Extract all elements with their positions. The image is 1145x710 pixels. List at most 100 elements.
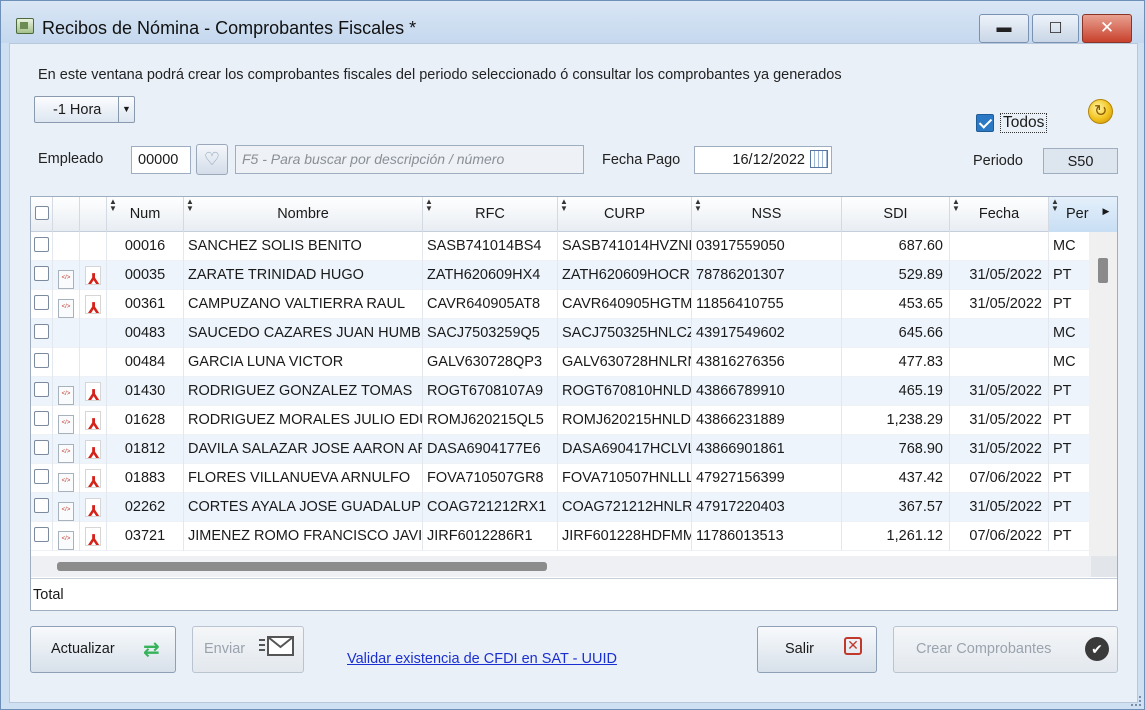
vertical-scrollbar[interactable]: [1089, 232, 1117, 577]
pdf-icon[interactable]: [85, 295, 101, 319]
row-checkbox[interactable]: [34, 527, 49, 543]
close-window-button[interactable]: ✕: [1082, 14, 1132, 43]
empleado-label: Empleado: [38, 151, 104, 167]
pdf-icon[interactable]: [85, 469, 101, 493]
todos-label: Todos: [1000, 113, 1048, 133]
maximize-button[interactable]: ☐: [1032, 14, 1079, 43]
refresh-coin-icon[interactable]: [1088, 99, 1113, 124]
table-row[interactable]: </>01628RODRIGUEZ MORALES JULIO EDUROMJ6…: [31, 406, 1091, 435]
table-row[interactable]: </>01812DAVILA SALAZAR JOSE AARON ARIDAS…: [31, 435, 1091, 464]
cell-num: 01883: [107, 464, 184, 493]
table-row[interactable]: </>03721JIMENEZ ROMO FRANCISCO JAVIEJIRF…: [31, 522, 1091, 551]
xml-file-icon[interactable]: </>: [58, 299, 74, 318]
row-checkbox[interactable]: [34, 440, 49, 456]
cell-nombre: CAMPUZANO VALTIERRA RAUL: [184, 290, 423, 319]
xml-file-icon[interactable]: </>: [58, 386, 74, 405]
row-checkbox[interactable]: [34, 324, 49, 340]
table-row[interactable]: 00483 SAUCEDO CAZARES JUAN HUMBE SACJ75032…: [31, 319, 1091, 348]
salir-button[interactable]: Salir ✕: [757, 626, 877, 673]
cell-nombre: CORTES AYALA JOSE GUADALUPE: [184, 493, 423, 522]
xml-file-icon[interactable]: </>: [58, 415, 74, 434]
row-pdf-cell: [80, 406, 107, 435]
minimize-button[interactable]: ▬: [979, 14, 1029, 43]
header-num[interactable]: ▲ ▼ Num: [107, 197, 184, 232]
header-select-all[interactable]: [31, 197, 53, 232]
table-row[interactable]: 00484 GARCIA LUNA VICTOR GALV630728QP3 GALV…: [31, 348, 1091, 377]
cell-nss: 43866789910: [692, 377, 842, 406]
cell-sdi: 477.83: [842, 348, 950, 377]
search-employee-button[interactable]: ♡: [196, 144, 228, 175]
crear-comprobantes-button[interactable]: Crear Comprobantes ✔: [893, 626, 1118, 673]
xml-file-icon[interactable]: </>: [58, 531, 74, 550]
table-row[interactable]: </>01430RODRIGUEZ GONZALEZ TOMASROGT6708…: [31, 377, 1091, 406]
row-pdf-cell: [80, 319, 107, 348]
pdf-icon[interactable]: [85, 440, 101, 464]
row-checkbox[interactable]: [34, 237, 49, 253]
horizontal-scrollbar[interactable]: [31, 556, 1091, 577]
vertical-scroll-thumb[interactable]: [1098, 258, 1108, 283]
header-xml: [53, 197, 80, 232]
todos-checkbox[interactable]: [976, 114, 994, 132]
table-row[interactable]: 00016 SANCHEZ SOLIS BENITO SASB741014BS4 SA…: [31, 232, 1091, 261]
cell-fecha: 31/05/2022: [950, 406, 1049, 435]
header-sdi-label: SDI: [883, 206, 908, 222]
cell-per: PT: [1049, 435, 1091, 464]
xml-file-icon[interactable]: </>: [58, 473, 74, 492]
cell-nss: 43866901861: [692, 435, 842, 464]
table-row[interactable]: </>01883FLORES VILLANUEVA ARNULFOFOVA710…: [31, 464, 1091, 493]
row-xml-cell: </>: [53, 290, 80, 319]
todos-toggle[interactable]: Todos: [976, 113, 1048, 133]
table-row[interactable]: </>00361CAMPUZANO VALTIERRA RAULCAVR6409…: [31, 290, 1091, 319]
horizontal-scroll-thumb[interactable]: [57, 562, 547, 571]
header-curp[interactable]: ▲ ▼ CURP: [558, 197, 692, 232]
row-checkbox[interactable]: [34, 295, 49, 311]
row-select-cell: [31, 522, 53, 551]
pdf-icon[interactable]: [85, 382, 101, 406]
cell-num: 02262: [107, 493, 184, 522]
enviar-button[interactable]: Enviar: [192, 626, 304, 673]
row-pdf-cell: [80, 261, 107, 290]
row-checkbox[interactable]: [34, 498, 49, 514]
header-nss[interactable]: ▲ ▼ NSS: [692, 197, 842, 232]
empleado-field[interactable]: 00000: [131, 146, 191, 174]
total-label: Total: [33, 587, 64, 603]
header-nombre[interactable]: ▲ ▼ Nombre: [184, 197, 423, 232]
row-checkbox[interactable]: [34, 266, 49, 282]
header-sdi[interactable]: SDI: [842, 197, 950, 232]
cell-sdi: 645.66: [842, 319, 950, 348]
row-checkbox[interactable]: [34, 469, 49, 485]
row-checkbox[interactable]: [34, 353, 49, 369]
cell-num: 01812: [107, 435, 184, 464]
xml-file-icon[interactable]: </>: [58, 502, 74, 521]
scroll-corner: [1091, 556, 1117, 577]
enviar-label: Enviar: [204, 641, 246, 657]
range-dropdown[interactable]: -1 Hora ▼: [34, 96, 135, 123]
cell-curp: ROGT670810HNLD: [558, 377, 692, 406]
row-checkbox[interactable]: [34, 411, 49, 427]
title-bar: Recibos de Nómina - Comprobantes Fiscale…: [1, 1, 1144, 43]
pdf-icon[interactable]: [85, 266, 101, 290]
header-rfc[interactable]: ▲ ▼ RFC: [423, 197, 558, 232]
calendar-icon[interactable]: [810, 150, 828, 168]
search-input[interactable]: F5 - Para buscar por descripción / númer…: [235, 145, 584, 174]
select-all-checkbox[interactable]: [34, 206, 49, 221]
xml-file-icon[interactable]: </>: [58, 270, 74, 289]
header-fecha[interactable]: ▲ ▼ Fecha: [950, 197, 1049, 232]
validar-cfdi-link[interactable]: Validar existencia de CFDI en SAT - UUID: [347, 651, 617, 667]
pdf-icon[interactable]: [85, 498, 101, 522]
table-row[interactable]: </>02262CORTES AYALA JOSE GUADALUPECOAG7…: [31, 493, 1091, 522]
row-xml-cell: </>: [53, 493, 80, 522]
actualizar-button[interactable]: Actualizar ⇄: [30, 626, 176, 673]
row-select-cell: [31, 319, 53, 348]
pdf-icon[interactable]: [85, 411, 101, 435]
mail-icon: [259, 636, 294, 656]
cell-curp: SASB741014HVZNL: [558, 232, 692, 261]
pdf-icon[interactable]: [85, 527, 101, 551]
resize-grip[interactable]: [1131, 696, 1141, 706]
intro-text: En este ventana podrá crear los comproba…: [38, 67, 842, 83]
table-row[interactable]: </> 00035ZARATE TRINIDAD HUGOZATH620609HX…: [31, 261, 1091, 290]
scroll-right-arrow[interactable]: ▶: [1095, 206, 1117, 217]
row-checkbox[interactable]: [34, 382, 49, 398]
cell-curp: ZATH620609HOCRF: [558, 261, 692, 290]
xml-file-icon[interactable]: </>: [58, 444, 74, 463]
